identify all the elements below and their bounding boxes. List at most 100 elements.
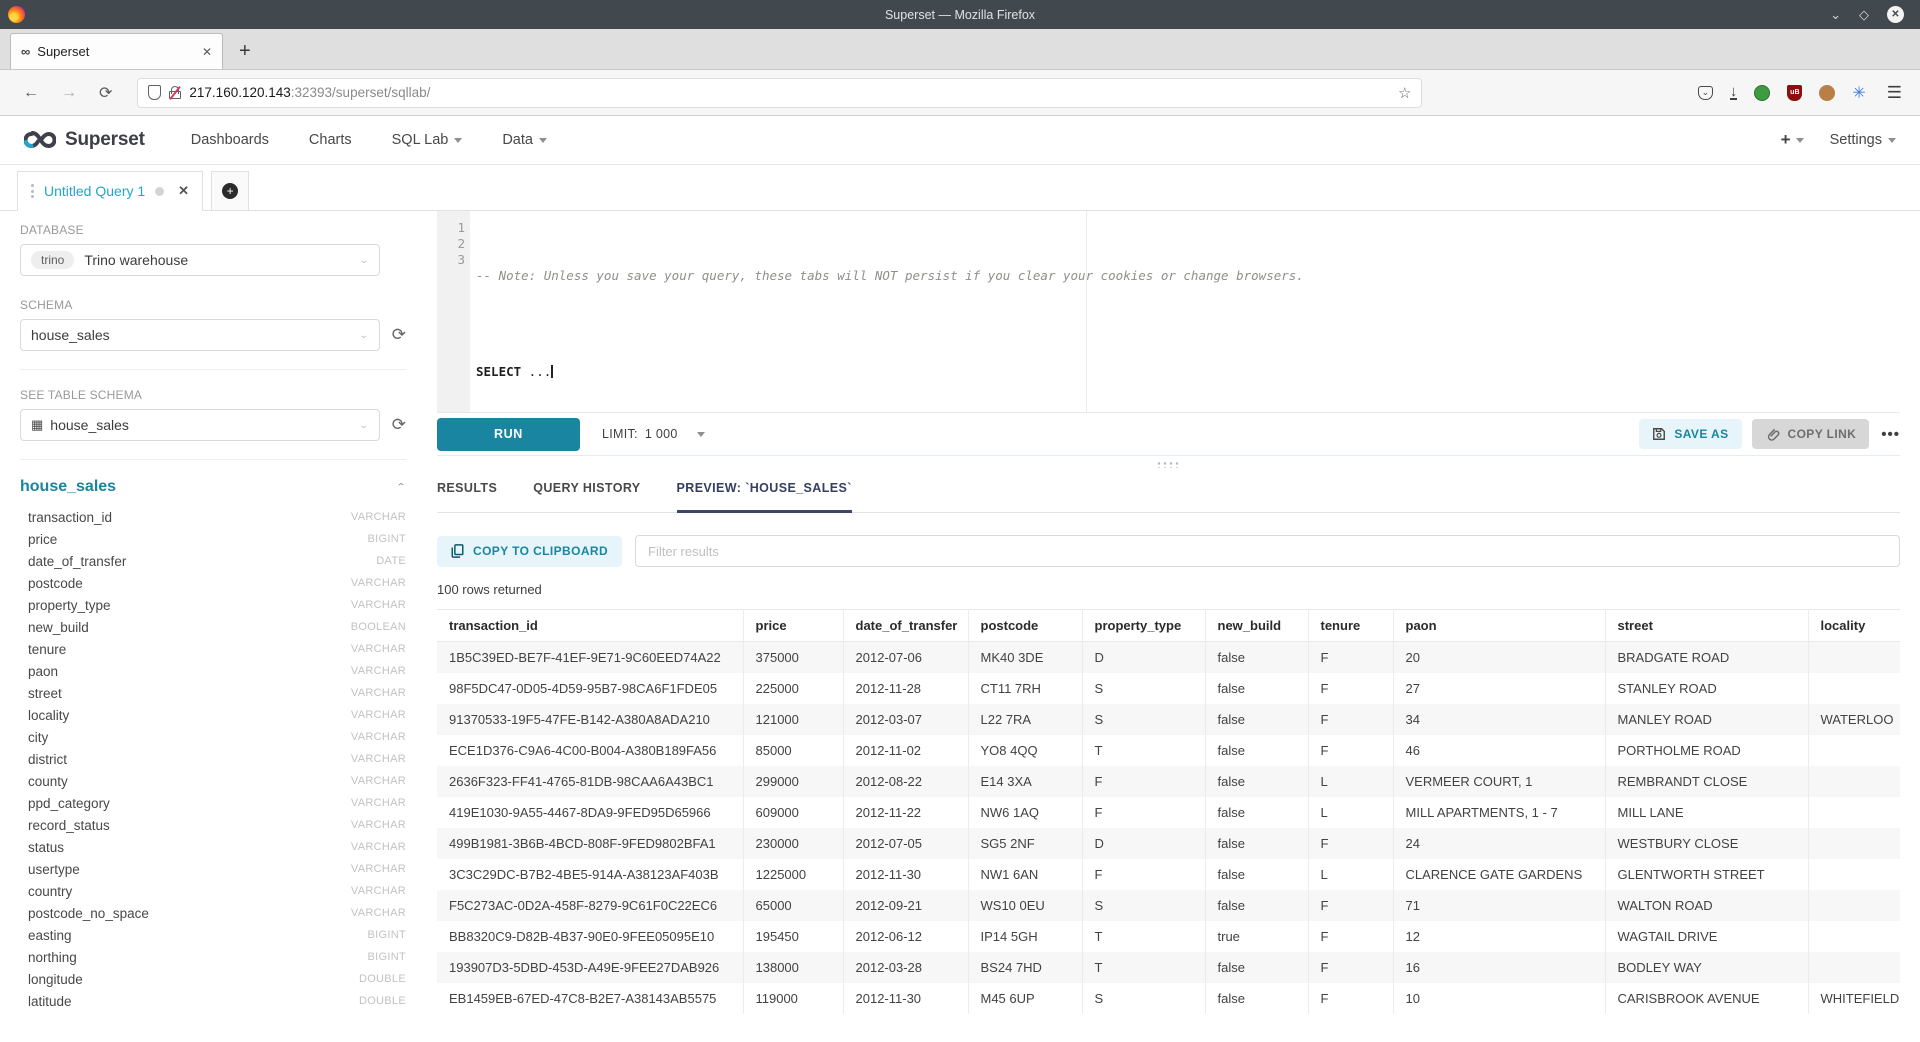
results-column-header[interactable]: locality — [1808, 610, 1900, 642]
table-cell: STANLEY ROAD — [1605, 673, 1808, 704]
query-tab-bar: Untitled Query 1 ✕ + — [0, 165, 1920, 211]
containers-icon[interactable]: ✳ — [1852, 83, 1865, 103]
table-cell: 121000 — [743, 704, 843, 735]
window-minimize-icon[interactable]: ⌄ — [1830, 8, 1841, 21]
schema-column-row: northingBIGINT — [20, 946, 406, 968]
table-row: 98F5DC47-0D05-4D59-95B7-98CA6F1FDE052250… — [437, 673, 1900, 704]
table-cell: GLENTWORTH STREET — [1605, 859, 1808, 890]
refresh-table-icon[interactable]: ⟳ — [392, 415, 406, 435]
schema-select[interactable]: house_sales ⌄ — [20, 319, 380, 351]
table-name-heading[interactable]: house_sales — [20, 478, 116, 496]
table-cell: 85000 — [743, 735, 843, 766]
column-type: BIGINT — [368, 533, 406, 545]
copy-to-clipboard-button[interactable]: COPY TO CLIPBOARD — [437, 536, 622, 567]
pane-resize-handle[interactable] — [437, 456, 1900, 473]
collapse-chevron-up-icon[interactable]: ⌃ — [396, 481, 406, 492]
browser-tab[interactable]: ∞ Superset ✕ — [10, 33, 223, 69]
extension-green-icon[interactable] — [1754, 85, 1770, 101]
nav-item-dashboards[interactable]: Dashboards — [191, 132, 269, 148]
chevron-down-icon — [539, 138, 547, 143]
window-maximize-icon[interactable]: ◇ — [1859, 8, 1869, 21]
table-cell: F — [1308, 642, 1393, 674]
tab-close-icon[interactable]: ✕ — [202, 45, 212, 59]
schema-column-row: usertypeVARCHAR — [20, 858, 406, 880]
cookie-extension-icon[interactable] — [1819, 85, 1835, 101]
new-query-tab-button[interactable]: + — [211, 171, 249, 211]
table-cell: WAGTAIL DRIVE — [1605, 921, 1808, 952]
results-table: transaction_idpricedate_of_transferpostc… — [437, 609, 1900, 1014]
drag-handle-icon[interactable] — [31, 184, 34, 198]
table-cell: true — [1205, 921, 1308, 952]
forward-icon[interactable]: → — [61, 84, 77, 102]
query-tab-close-icon[interactable]: ✕ — [178, 183, 189, 199]
column-type: VARCHAR — [351, 511, 406, 523]
bookmark-star-icon[interactable]: ☆ — [1398, 84, 1411, 102]
table-select[interactable]: ▦ house_sales ⌄ — [20, 409, 380, 441]
divider — [20, 369, 406, 370]
table-cell: 375000 — [743, 642, 843, 674]
results-column-header[interactable]: paon — [1393, 610, 1605, 642]
database-select[interactable]: trino Trino warehouse ⌄ — [20, 244, 380, 276]
table-cell: 27 — [1393, 673, 1605, 704]
back-icon[interactable]: ← — [23, 84, 39, 102]
text-cursor — [551, 365, 553, 378]
column-type: VARCHAR — [351, 907, 406, 919]
table-cell: F5C273AC-0D2A-458F-8279-9C61F0C22EC6 — [437, 890, 743, 921]
tab-preview-house-sales[interactable]: PREVIEW: `HOUSE_SALES` — [677, 473, 852, 512]
more-actions-button[interactable]: ••• — [1881, 426, 1900, 443]
table-cell: 2012-11-22 — [843, 797, 968, 828]
table-cell: 98F5DC47-0D05-4D59-95B7-98CA6F1FDE05 — [437, 673, 743, 704]
nav-item-sql-lab[interactable]: SQL Lab — [392, 132, 463, 148]
nav-item-data[interactable]: Data — [502, 132, 547, 148]
schema-column-row: date_of_transferDATE — [20, 550, 406, 572]
refresh-schema-icon[interactable]: ⟳ — [392, 325, 406, 345]
chevron-down-icon — [1796, 138, 1804, 143]
sql-code-editor[interactable]: 1 2 3 -- Note: Unless you save your quer… — [437, 211, 1900, 412]
tab-query-history[interactable]: QUERY HISTORY — [533, 473, 640, 512]
pocket-icon[interactable]: ⌄ — [1698, 86, 1713, 100]
results-column-header[interactable]: date_of_transfer — [843, 610, 968, 642]
url-bar[interactable]: 217.160.120.143:32393/superset/sqllab/ ☆ — [137, 78, 1422, 108]
table-cell: 12 — [1393, 921, 1605, 952]
results-column-header[interactable]: new_build — [1205, 610, 1308, 642]
results-column-header[interactable]: street — [1605, 610, 1808, 642]
results-column-header[interactable]: property_type — [1082, 610, 1205, 642]
ublock-icon[interactable]: uB — [1787, 85, 1802, 101]
schema-column-row: localityVARCHAR — [20, 704, 406, 726]
window-close-icon[interactable]: ✕ — [1887, 6, 1904, 23]
nav-item-charts[interactable]: Charts — [309, 132, 352, 148]
copy-link-button[interactable]: COPY LINK — [1752, 419, 1870, 449]
table-row: 91370533-19F5-47FE-B142-A380A8ADA2101210… — [437, 704, 1900, 735]
rows-returned-text: 100 rows returned — [437, 582, 1900, 597]
save-as-button[interactable]: SAVE AS — [1639, 419, 1741, 449]
new-tab-button[interactable]: + — [239, 40, 251, 69]
results-table-container[interactable]: transaction_idpricedate_of_transferpostc… — [437, 609, 1900, 1042]
tab-results[interactable]: RESULTS — [437, 473, 497, 512]
reload-icon[interactable]: ⟳ — [99, 83, 112, 103]
results-column-header[interactable]: postcode — [968, 610, 1082, 642]
column-type: DATE — [376, 555, 406, 567]
filter-results-input[interactable] — [635, 535, 1900, 567]
settings-menu[interactable]: Settings — [1830, 132, 1896, 148]
table-row: F5C273AC-0D2A-458F-8279-9C61F0C22EC66500… — [437, 890, 1900, 921]
table-cell: 2012-11-02 — [843, 735, 968, 766]
query-tab-active[interactable]: Untitled Query 1 ✕ — [17, 171, 203, 211]
results-column-header[interactable]: tenure — [1308, 610, 1393, 642]
new-item-button[interactable]: + — [1781, 130, 1804, 150]
column-type: BOOLEAN — [351, 621, 406, 633]
results-column-header[interactable]: price — [743, 610, 843, 642]
hamburger-menu-icon[interactable]: ☰ — [1887, 83, 1902, 103]
table-cell — [1808, 890, 1900, 921]
insecure-lock-icon[interactable] — [169, 86, 181, 99]
column-name: locality — [28, 708, 69, 723]
sql-editor-pane: 1 2 3 -- Note: Unless you save your quer… — [422, 211, 1920, 1042]
limit-dropdown[interactable]: LIMIT: 1 000 — [602, 427, 705, 441]
column-type: BIGINT — [368, 929, 406, 941]
superset-brand[interactable]: Superset — [24, 129, 145, 151]
results-column-header[interactable]: transaction_id — [437, 610, 743, 642]
table-cell: L — [1308, 766, 1393, 797]
table-cell: 419E1030-9A55-4467-8DA9-9FED95D65966 — [437, 797, 743, 828]
downloads-icon[interactable]: ↓ — [1730, 85, 1738, 100]
run-button[interactable]: RUN — [437, 418, 580, 451]
tracking-shield-icon[interactable] — [148, 85, 161, 100]
